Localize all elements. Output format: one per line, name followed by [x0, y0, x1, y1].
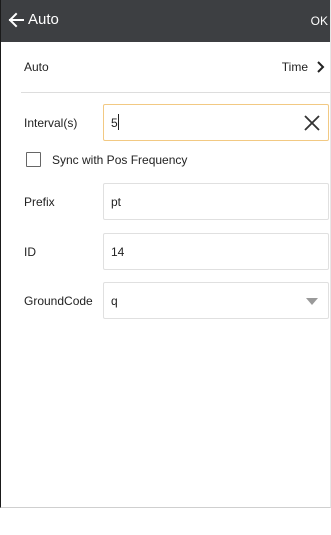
- groundcode-label: GroundCode: [24, 294, 93, 308]
- page-title: Auto: [28, 11, 59, 28]
- prefix-value: pt: [111, 195, 122, 209]
- id-value: 14: [111, 245, 125, 259]
- id-input[interactable]: 14: [103, 233, 329, 270]
- groundcode-value: q: [111, 294, 118, 308]
- chevron-right-icon: [317, 61, 325, 73]
- sync-checkbox[interactable]: [26, 152, 41, 167]
- interval-value: 5: [111, 116, 118, 130]
- sync-checkbox-label[interactable]: Sync with Pos Frequency: [52, 153, 187, 167]
- groundcode-select[interactable]: q: [103, 282, 329, 319]
- text-caret: [118, 114, 119, 130]
- app-bar: Auto OK: [1, 0, 330, 42]
- interval-input[interactable]: 5: [103, 104, 329, 141]
- interval-label: Interval(s): [24, 116, 78, 130]
- prefix-input[interactable]: pt: [103, 183, 329, 220]
- id-label: ID: [24, 245, 36, 259]
- chevron-down-icon: [306, 298, 318, 305]
- ok-button[interactable]: OK: [311, 13, 328, 29]
- prefix-label: Prefix: [24, 195, 55, 209]
- auto-mode-label: Auto: [24, 60, 49, 74]
- auto-mode-row[interactable]: Auto Time: [1, 42, 330, 92]
- close-icon[interactable]: [303, 114, 321, 132]
- auto-settings-screen: Auto OK Auto Time Interval(s) 5 Sync wit…: [0, 0, 331, 508]
- auto-mode-value: Time: [281, 60, 308, 74]
- back-arrow-icon[interactable]: [7, 11, 25, 29]
- divider: [21, 92, 330, 93]
